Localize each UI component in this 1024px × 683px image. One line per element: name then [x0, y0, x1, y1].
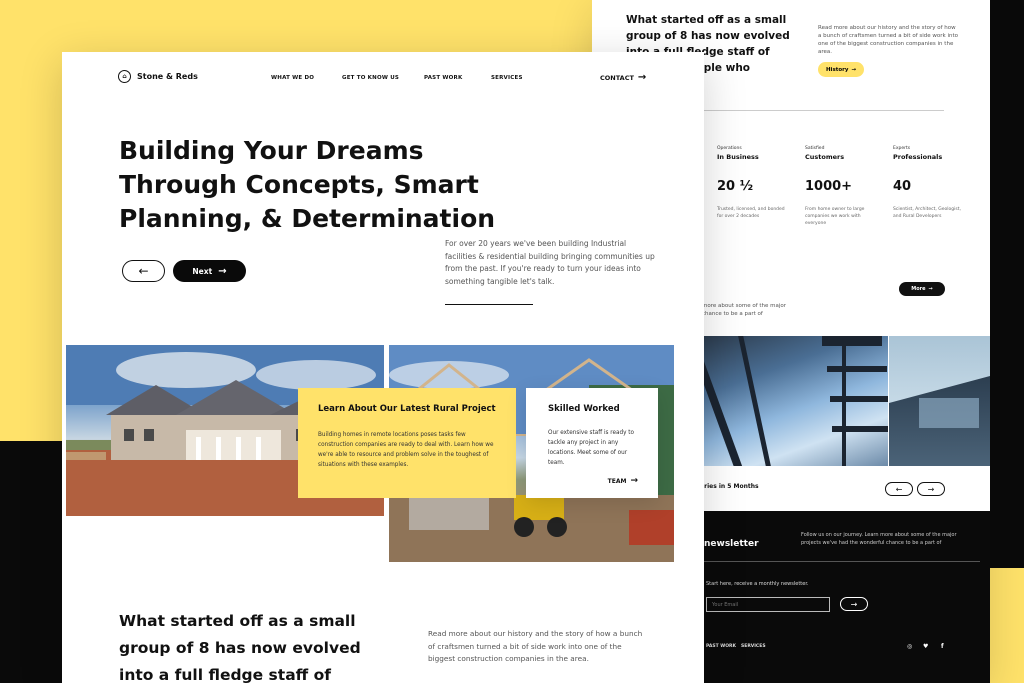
nav-link-get-to-know-us[interactable]: GET TO KNOW US	[342, 75, 399, 81]
nav-link-what-we-do[interactable]: WHAT WE DO	[271, 75, 314, 81]
nav-link-past-work[interactable]: PAST WORK	[424, 75, 462, 81]
stat-label: Experts	[893, 146, 911, 151]
carousel-next-button[interactable]: →	[917, 482, 945, 496]
arrow-right-icon: →	[927, 484, 935, 494]
arrow-right-icon: →	[637, 72, 647, 83]
stat-customers: Satisfied Customers 1000+ From home owne…	[805, 146, 875, 227]
skilled-worked-card: Skilled Worked Our extensive staff is re…	[526, 388, 658, 498]
more-button-label: More	[911, 286, 926, 292]
stories-label: ories in 5 Months	[700, 483, 759, 490]
skilled-worked-title: Skilled Worked	[548, 404, 620, 414]
back-about-paragraph: Read more about our history and the stor…	[818, 25, 959, 55]
background-black-block-right	[990, 0, 1024, 568]
history-button-label: History	[825, 66, 849, 73]
nav-link-services[interactable]: SERVICES	[491, 75, 523, 81]
history-button[interactable]: History →	[818, 62, 864, 77]
contact-label: CONTACT	[600, 73, 634, 82]
newsletter-submit-button[interactable]: →	[840, 597, 868, 611]
stat-description: Scientist, Architect, Geologist, and Rur…	[893, 207, 961, 219]
logo[interactable]: ⌂ Stone & Reds	[118, 70, 198, 83]
about-paragraph: Read more about our history and the stor…	[428, 629, 643, 663]
newsletter-start-text: Start here, receive a monthly newsletter…	[706, 581, 809, 587]
hero-paragraph: For over 20 years we've been building In…	[445, 239, 655, 286]
about-heading: What started off as a small group of 8 h…	[119, 612, 361, 683]
stat-in-business: Operations In Business 20 ½ Trusted, lic…	[717, 146, 787, 220]
facebook-icon[interactable]: f	[941, 643, 944, 650]
more-button[interactable]: More →	[899, 282, 945, 296]
next-button[interactable]: Next →	[173, 260, 246, 282]
back-button[interactable]: ←	[122, 260, 165, 282]
newsletter-text: Follow us on our journey. Learn more abo…	[801, 532, 957, 546]
brand-name: Stone & Reds	[137, 72, 198, 81]
footer-link-past-work[interactable]: PAST WORK	[706, 644, 736, 649]
twitter-icon[interactable]: ♥	[923, 643, 928, 650]
stat-title: In Business	[717, 153, 759, 161]
rural-project-card[interactable]: Learn About Our Latest Rural Project Bui…	[298, 388, 516, 498]
modern-house-photo	[889, 336, 990, 466]
home-icon: ⌂	[118, 70, 131, 83]
instagram-icon[interactable]: ◎	[907, 643, 912, 650]
main-page: ⌂ Stone & Reds WHAT WE DO GET TO KNOW US…	[62, 52, 704, 683]
carousel-prev-button[interactable]: ←	[885, 482, 913, 496]
stat-number: 20 ½	[717, 179, 754, 194]
team-link-label: TEAM	[607, 477, 627, 485]
rural-project-text: Building homes in remote locations poses…	[318, 432, 494, 468]
newsletter-section: newsletter Follow us on our journey. Lea…	[702, 511, 990, 683]
stat-description: Trusted, licensed, and bonded for over 2…	[717, 207, 785, 219]
stat-description: From home owner to large companies we wo…	[805, 207, 865, 226]
footer-link-services[interactable]: SERVICES	[741, 644, 766, 649]
stat-title: Professionals	[893, 153, 943, 161]
divider	[445, 304, 533, 305]
arrow-right-icon: →	[630, 476, 638, 486]
skyscraper-photo	[702, 336, 888, 466]
arrow-right-icon: →	[851, 66, 857, 73]
skilled-worked-text: Our extensive staff is ready to tackle a…	[548, 430, 634, 466]
arrow-left-icon: ←	[138, 264, 149, 278]
stat-number: 40	[893, 179, 912, 194]
team-link[interactable]: TEAM →	[608, 476, 638, 486]
stat-number: 1000+	[805, 179, 853, 194]
more-text: more about some of the major chance to b…	[702, 303, 787, 317]
stat-label: Satisfied	[805, 146, 825, 151]
newsletter-title: newsletter	[704, 539, 759, 549]
stat-title: Customers	[805, 153, 845, 161]
arrow-left-icon: ←	[895, 484, 903, 494]
next-button-label: Next	[192, 266, 213, 276]
arrow-right-icon: →	[928, 286, 933, 292]
stat-label: Operations	[717, 146, 742, 151]
arrow-right-icon: →	[850, 599, 858, 609]
stat-professionals: Experts Professionals 40 Scientist, Arch…	[893, 146, 963, 220]
email-field[interactable]	[706, 597, 830, 612]
arrow-right-icon: →	[218, 265, 227, 277]
background-yellow-block-right	[985, 568, 1024, 683]
rural-project-title: Learn About Our Latest Rural Project	[318, 404, 496, 414]
divider	[704, 561, 980, 562]
contact-link[interactable]: CONTACT →	[600, 72, 646, 83]
hero-title: Building Your Dreams Through Concepts, S…	[119, 136, 496, 233]
